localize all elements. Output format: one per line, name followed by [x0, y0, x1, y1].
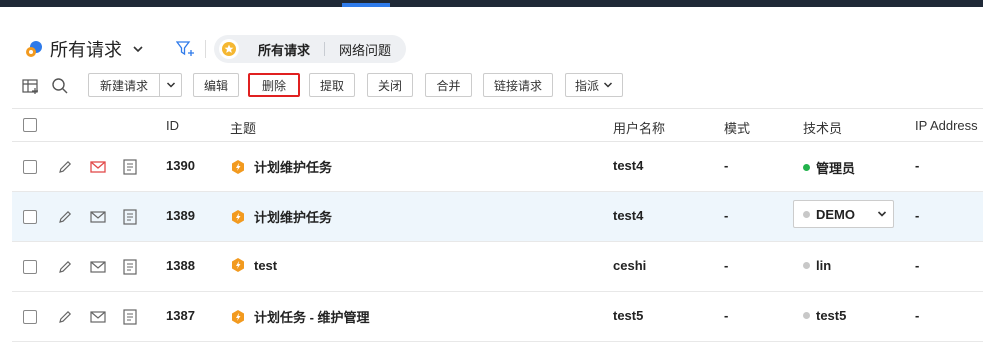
column-subject[interactable]: 主题: [230, 118, 256, 137]
request-id[interactable]: 1390: [166, 158, 195, 173]
request-subject-text: 计划维护任务: [254, 210, 333, 225]
request-subject[interactable]: test: [230, 257, 277, 273]
mail-icon[interactable]: [90, 209, 106, 225]
header-divider: [205, 40, 206, 58]
edit-button[interactable]: 编辑: [193, 73, 239, 97]
request-id[interactable]: 1389: [166, 208, 195, 223]
pickup-button[interactable]: 提取: [309, 73, 355, 97]
request-technician[interactable]: 管理员: [803, 158, 855, 177]
request-subject-text: test: [254, 257, 278, 273]
request-technician[interactable]: test5: [803, 308, 846, 323]
quick-filter-tabs: 所有请求 网络问题: [214, 35, 406, 63]
offline-status-dot: [803, 262, 810, 269]
request-mode: -: [724, 208, 729, 223]
request-ip: -: [915, 258, 920, 273]
chevron-down-icon: [166, 82, 175, 88]
scheduled-task-icon: [232, 159, 244, 174]
request-subject-text: 计划任务 - 维护管理: [254, 310, 370, 325]
view-selector[interactable]: 所有请求: [24, 36, 144, 62]
edit-pencil-icon[interactable]: [57, 259, 73, 275]
request-mode: -: [724, 308, 729, 323]
table-row[interactable]: 1388 test ceshi - lin -: [12, 242, 983, 292]
edit-pencil-icon[interactable]: [57, 159, 73, 175]
column-mode[interactable]: 模式: [724, 118, 750, 137]
request-user: test5: [613, 308, 644, 323]
row-checkbox[interactable]: [23, 310, 37, 324]
technician-name: 管理员: [816, 161, 856, 176]
request-ip: -: [915, 208, 920, 223]
column-id[interactable]: ID: [166, 118, 179, 133]
edit-pencil-icon[interactable]: [57, 209, 73, 225]
request-subject[interactable]: 计划维护任务: [230, 207, 332, 226]
column-ip-address[interactable]: IP Address: [915, 118, 978, 133]
edit-pencil-icon[interactable]: [57, 309, 73, 325]
row-checkbox[interactable]: [23, 160, 37, 174]
technician-name: test5: [816, 308, 847, 323]
tab-network-issues[interactable]: 网络问题: [339, 40, 391, 59]
merge-button[interactable]: 合并: [425, 73, 472, 97]
new-request-dropdown[interactable]: [160, 74, 181, 96]
close-button[interactable]: 关闭: [367, 73, 413, 97]
request-mode: -: [724, 258, 729, 273]
request-subject[interactable]: 计划任务 - 维护管理: [230, 307, 370, 326]
request-technician[interactable]: lin: [803, 258, 831, 273]
active-nav-indicator: [342, 3, 390, 7]
mail-icon[interactable]: [90, 159, 106, 175]
mail-icon[interactable]: [90, 309, 106, 325]
new-request-split-button[interactable]: 新建请求: [88, 73, 182, 97]
request-subject-text: 计划维护任务: [254, 160, 333, 175]
search-icon[interactable]: [51, 77, 69, 95]
select-all-checkbox[interactable]: [23, 118, 37, 132]
assign-button[interactable]: 指派: [565, 73, 623, 97]
row-checkbox[interactable]: [23, 210, 37, 224]
assign-label: 指派: [574, 78, 599, 93]
request-subject[interactable]: 计划维护任务: [230, 157, 332, 176]
request-id[interactable]: 1387: [166, 308, 195, 323]
tab-all-requests[interactable]: 所有请求: [258, 40, 310, 59]
star-icon[interactable]: [219, 39, 239, 59]
request-user: test4: [613, 158, 644, 173]
scheduled-task-icon: [232, 258, 244, 272]
notes-icon[interactable]: [122, 309, 138, 325]
delete-button[interactable]: 删除: [248, 73, 300, 97]
chevron-down-icon: [877, 211, 887, 217]
chevron-down-icon: [603, 82, 613, 88]
request-mode: -: [724, 158, 729, 173]
scheduled-task-icon: [232, 309, 244, 324]
technician-name: DEMO: [816, 206, 855, 222]
column-settings-icon[interactable]: [22, 77, 40, 95]
chevron-down-icon: [133, 46, 143, 53]
top-nav-bar: [0, 0, 983, 7]
offline-status-dot: [803, 210, 810, 218]
request-id[interactable]: 1388: [166, 258, 195, 273]
filter-add-icon[interactable]: [176, 41, 196, 57]
column-technician[interactable]: 技术员: [803, 118, 842, 137]
table-row[interactable]: 1387 计划任务 - 维护管理 test5 - test5 -: [12, 292, 983, 342]
notes-icon[interactable]: [122, 259, 138, 275]
table-row[interactable]: 1389 计划维护任务 test4 - DEMO -: [12, 192, 983, 242]
notes-icon[interactable]: [122, 209, 138, 225]
link-request-button[interactable]: 链接请求: [483, 73, 553, 97]
new-request-button[interactable]: 新建请求: [89, 74, 160, 96]
tab-divider: [324, 42, 326, 56]
mail-icon[interactable]: [90, 259, 106, 275]
notes-icon[interactable]: [122, 159, 138, 175]
request-ip: -: [915, 158, 920, 173]
online-status-dot: [803, 164, 810, 171]
request-user: test4: [613, 208, 644, 223]
request-ip: -: [915, 308, 920, 323]
scheduled-task-icon: [232, 209, 244, 224]
view-title: 所有请求: [50, 40, 122, 60]
offline-status-dot: [803, 312, 810, 319]
table-header: ID 主题 用户名称 模式 技术员 IP Address: [12, 108, 983, 142]
technician-name: lin: [816, 258, 832, 273]
technician-select[interactable]: DEMO: [793, 200, 894, 228]
requests-logo-icon: [26, 41, 42, 57]
column-username[interactable]: 用户名称: [613, 118, 665, 137]
request-user: ceshi: [613, 258, 647, 273]
row-checkbox[interactable]: [23, 260, 37, 274]
table-row[interactable]: 1390 计划维护任务 test4 - 管理员 -: [12, 142, 983, 192]
